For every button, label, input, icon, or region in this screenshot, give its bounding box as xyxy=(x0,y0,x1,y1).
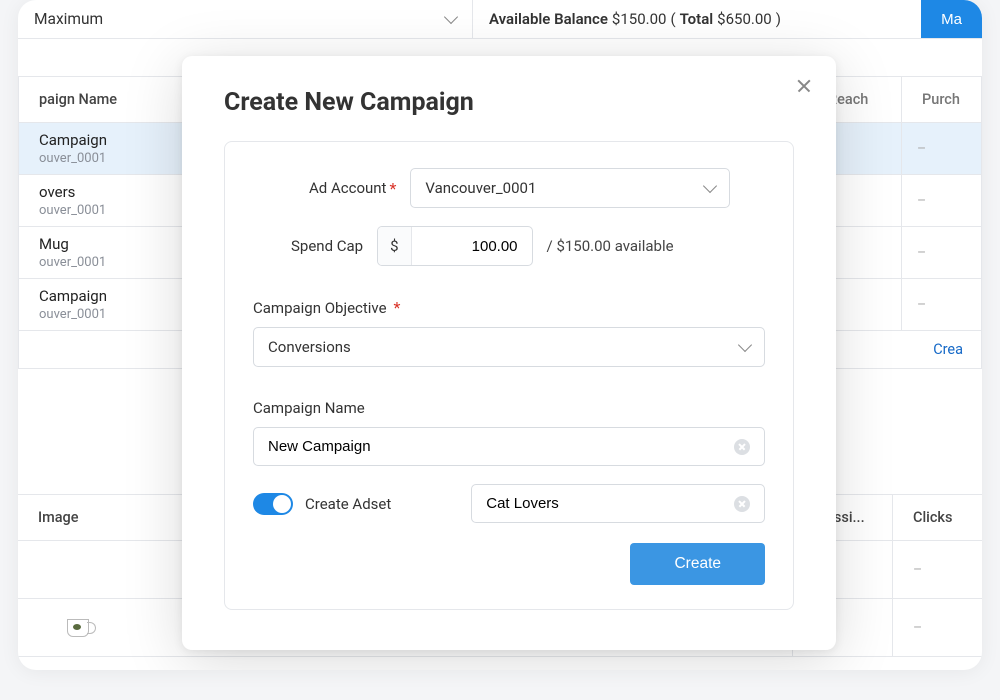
chevron-down-icon xyxy=(703,179,717,193)
balance-label: Available Balance xyxy=(489,10,608,28)
campaign-name-field-wrap xyxy=(253,427,765,466)
budget-select-value: Maximum xyxy=(34,10,103,28)
available-balance-note: / $150.00 available xyxy=(547,237,674,255)
spend-cap-input[interactable] xyxy=(412,238,532,255)
ad-account-select[interactable]: Vancouver_0001 xyxy=(410,168,730,208)
campaign-name-input[interactable] xyxy=(268,438,734,455)
currency-symbol: $ xyxy=(378,227,411,265)
campaign-objective-value: Conversions xyxy=(268,338,351,356)
create-adset-toggle[interactable] xyxy=(253,493,293,515)
col-clicks[interactable]: Clicks xyxy=(892,495,982,540)
col-purchases[interactable]: Purch xyxy=(901,77,981,122)
create-adset-label: Create Adset xyxy=(305,495,391,513)
ad-account-label: Ad Account xyxy=(309,179,386,197)
ad-account-value: Vancouver_0001 xyxy=(425,179,536,197)
chevron-down-icon xyxy=(444,10,458,24)
chevron-down-icon xyxy=(738,338,752,352)
adset-name-field-wrap xyxy=(471,484,765,523)
modal-panel: Ad Account * Vancouver_0001 Spend Cap $ … xyxy=(224,141,794,610)
modal-title: Create New Campaign xyxy=(224,88,794,117)
top-bar: Maximum Available Balance $150.00 ( Tota… xyxy=(18,0,982,39)
max-button[interactable]: Ma xyxy=(921,0,982,38)
budget-select[interactable]: Maximum xyxy=(18,0,473,38)
close-icon[interactable] xyxy=(792,74,816,98)
app-frame: Maximum Available Balance $150.00 ( Tota… xyxy=(18,0,982,670)
spend-cap-label: Spend Cap xyxy=(291,237,363,255)
create-campaign-modal: Create New Campaign Ad Account * Vancouv… xyxy=(182,56,836,650)
adset-name-input[interactable] xyxy=(486,495,734,512)
create-campaign-link[interactable]: Crea xyxy=(933,341,963,358)
campaign-objective-select[interactable]: Conversions xyxy=(253,327,765,367)
clear-icon[interactable] xyxy=(734,496,750,512)
total-label: Total xyxy=(680,10,714,28)
balance-display: Available Balance $150.00 ( Total $650.0… xyxy=(473,0,921,38)
campaign-objective-label: Campaign Objective xyxy=(253,299,387,317)
campaign-name-label: Campaign Name xyxy=(253,399,765,417)
total-amount: $650.00 xyxy=(717,10,772,28)
required-asterisk: * xyxy=(389,179,396,198)
spend-cap-input-group: $ xyxy=(377,226,532,266)
create-button[interactable]: Create xyxy=(630,543,765,585)
col-image[interactable]: Image xyxy=(18,495,138,540)
required-asterisk: * xyxy=(394,298,401,317)
mug-icon xyxy=(67,619,89,637)
balance-amount: $150.00 xyxy=(612,10,667,28)
clear-icon[interactable] xyxy=(734,439,750,455)
toggle-knob xyxy=(273,495,291,513)
